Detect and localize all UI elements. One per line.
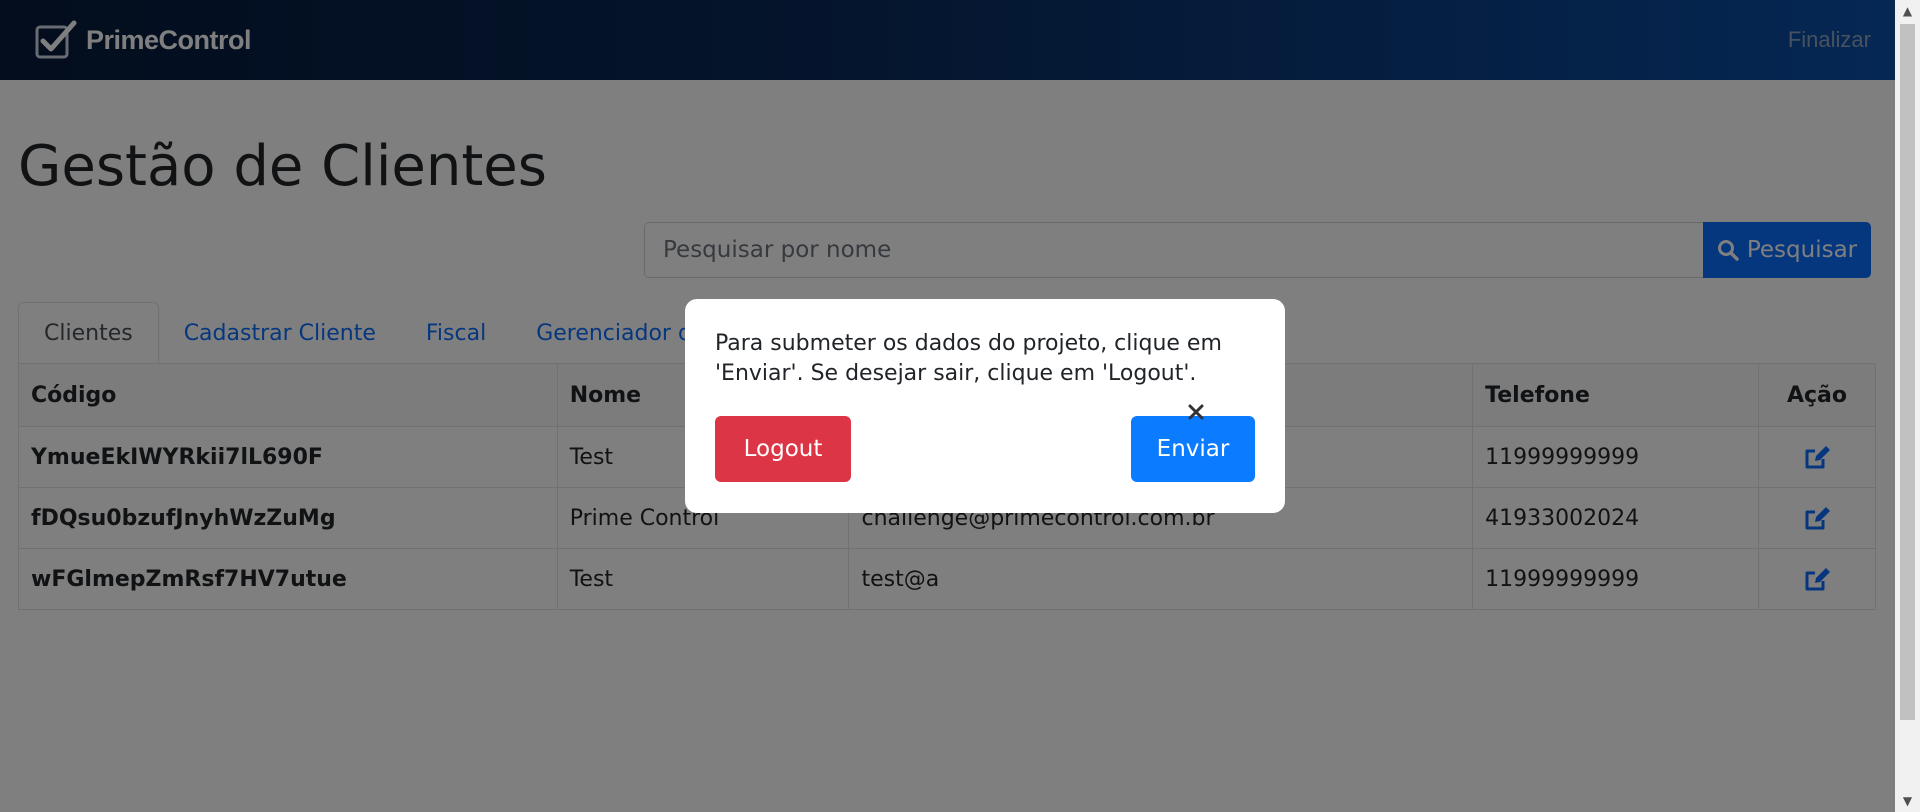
scroll-up-arrow-icon[interactable]: ▲ [1895,4,1920,18]
scroll-thumb[interactable] [1900,24,1915,720]
send-button[interactable]: Enviar [1131,416,1255,482]
vertical-scrollbar[interactable]: ▲ ▼ [1895,0,1920,812]
logout-button[interactable]: Logout [715,416,851,482]
close-icon[interactable] [1185,401,1207,423]
modal-message: Para submeter os dados do projeto, cliqu… [715,331,1222,386]
scroll-down-arrow-icon[interactable]: ▼ [1895,794,1920,808]
